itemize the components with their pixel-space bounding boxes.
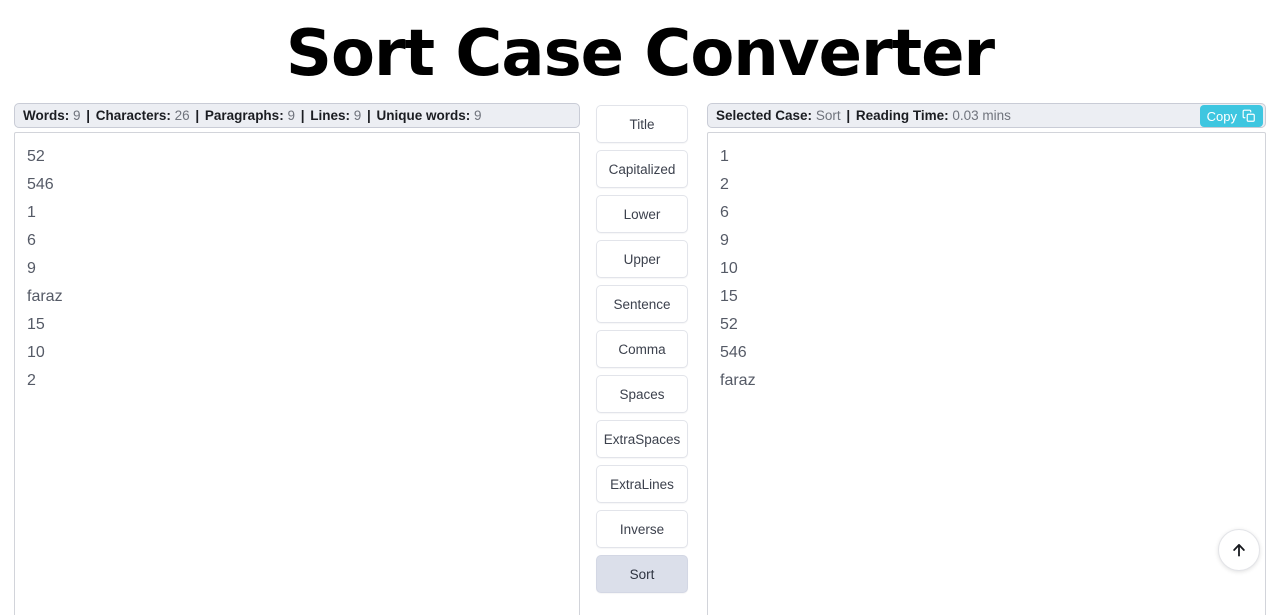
stats-label: Characters: — [95, 108, 175, 123]
scroll-to-top-button[interactable] — [1218, 529, 1260, 571]
stats-separator: | — [842, 108, 854, 123]
stats-label: Paragraphs: — [204, 108, 288, 123]
text-line: 10 — [27, 344, 45, 361]
text-line: 52 — [720, 316, 738, 333]
text-line: 546 — [27, 176, 54, 193]
text-line: 1 — [27, 204, 36, 221]
stats-value: Sort — [815, 108, 841, 123]
text-line: 52 — [27, 148, 45, 165]
input-panel: Words: 9 | Characters: 26 | Paragraphs: … — [14, 103, 580, 615]
stats-label: Reading Time: — [855, 108, 953, 123]
case-button-capitalized[interactable]: Capitalized — [596, 150, 688, 188]
arrow-up-icon — [1230, 541, 1248, 559]
case-button-spaces[interactable]: Spaces — [596, 375, 688, 413]
stats-separator: | — [363, 108, 375, 123]
stats-value: 9 — [287, 108, 295, 123]
text-line: 10 — [720, 260, 738, 277]
text-line: 6 — [720, 204, 729, 221]
text-line: 2 — [720, 176, 729, 193]
text-line: 1 — [720, 148, 729, 165]
stats-value: 26 — [174, 108, 190, 123]
text-line: 15 — [720, 288, 738, 305]
output-stats-bar: Selected Case: Sort | Reading Time: 0.03… — [707, 103, 1266, 128]
text-line: 15 — [27, 316, 45, 333]
case-button-sentence[interactable]: Sentence — [596, 285, 688, 323]
case-button-extraspaces[interactable]: ExtraSpaces — [596, 420, 688, 458]
page-title: Sort Case Converter — [285, 17, 995, 91]
case-button-sort[interactable]: Sort — [596, 555, 688, 593]
text-line: 546 — [720, 344, 747, 361]
text-line: 9 — [27, 260, 36, 277]
case-button-column: Title Capitalized Lower Upper Sentence Comma S… — [596, 105, 688, 593]
input-stats-text: Words: 9 | Characters: 26 | Paragraphs: … — [23, 108, 482, 123]
stats-separator: | — [191, 108, 203, 123]
stats-label: Selected Case: — [716, 108, 816, 123]
stats-separator: | — [82, 108, 94, 123]
stats-value: 9 — [73, 108, 81, 123]
text-line: 6 — [27, 232, 36, 249]
text-line: faraz — [720, 372, 756, 389]
input-textarea[interactable]: 52 546 1 6 9 faraz 15 10 2 — [14, 132, 580, 615]
input-stats-bar: Words: 9 | Characters: 26 | Paragraphs: … — [14, 103, 580, 128]
output-textarea[interactable]: 1 2 6 9 10 15 52 546 faraz — [707, 132, 1266, 615]
copy-icon — [1242, 109, 1256, 123]
stats-separator: | — [296, 108, 309, 123]
case-converter-app: Sort Case Converter Words: 9 | Character… — [0, 0, 1280, 615]
stats-value: 9 — [474, 108, 482, 123]
stats-label: Words: — [23, 108, 73, 123]
copy-button-label: Copy — [1206, 108, 1237, 124]
output-panel: Selected Case: Sort | Reading Time: 0.03… — [707, 103, 1266, 615]
output-stats-text: Selected Case: Sort | Reading Time: 0.03… — [716, 108, 1011, 123]
case-button-inverse[interactable]: Inverse — [596, 510, 688, 548]
case-button-lower[interactable]: Lower — [596, 195, 688, 233]
stats-label: Unique words: — [376, 108, 475, 123]
case-button-upper[interactable]: Upper — [596, 240, 688, 278]
copy-button[interactable]: Copy — [1199, 105, 1263, 127]
text-line: 9 — [720, 232, 729, 249]
case-button-extralines[interactable]: ExtraLines — [596, 465, 688, 503]
case-button-title[interactable]: Title — [596, 105, 688, 143]
stats-label: Lines: — [310, 108, 354, 123]
text-line: 2 — [27, 372, 36, 389]
text-line: faraz — [27, 288, 63, 305]
case-button-comma[interactable]: Comma — [596, 330, 688, 368]
stats-value: 0.03 mins — [952, 108, 1011, 123]
